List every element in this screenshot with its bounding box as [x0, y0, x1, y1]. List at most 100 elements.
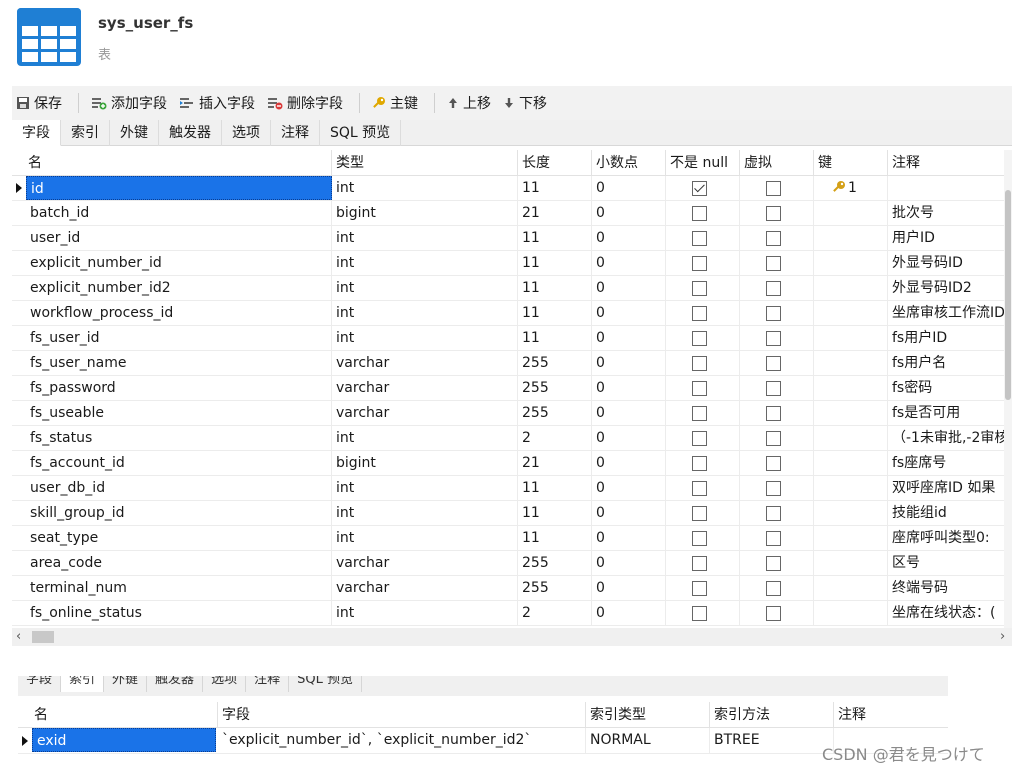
field-key-cell[interactable]: [814, 476, 888, 501]
column-header-length[interactable]: 长度: [518, 150, 592, 176]
field-type-cell[interactable]: varchar: [332, 376, 518, 401]
field-key-cell[interactable]: [814, 251, 888, 276]
field-name-cell[interactable]: fs_useable: [26, 401, 332, 426]
field-name-cell[interactable]: fs_password: [26, 376, 332, 401]
field-length-cell[interactable]: 255: [518, 576, 592, 601]
field-type-cell[interactable]: bigint: [332, 201, 518, 226]
table-row[interactable]: workflow_process_id int 11 0 坐席审核工作流ID: [12, 301, 1012, 326]
tab-comment[interactable]: 注释: [271, 120, 320, 146]
field-comment-cell[interactable]: 双呼座席ID 如果: [888, 476, 1012, 501]
column-header-index-comment[interactable]: 注释: [834, 702, 948, 728]
primary-key-button[interactable]: 主键: [368, 90, 422, 116]
field-decimal-cell[interactable]: 0: [592, 426, 666, 451]
column-header-index-type[interactable]: 索引类型: [586, 702, 710, 728]
field-comment-cell[interactable]: 坐席审核工作流ID: [888, 301, 1012, 326]
field-type-cell[interactable]: int: [332, 526, 518, 551]
index-method-cell[interactable]: BTREE: [710, 728, 834, 753]
virtual-checkbox[interactable]: [766, 506, 781, 521]
virtual-checkbox[interactable]: [766, 331, 781, 346]
tab-triggers[interactable]: 触发器: [159, 120, 222, 146]
field-key-cell[interactable]: [814, 351, 888, 376]
not-null-checkbox[interactable]: [692, 381, 707, 396]
field-decimal-cell[interactable]: 0: [592, 576, 666, 601]
field-key-cell[interactable]: [814, 501, 888, 526]
tab-comment[interactable]: 注释: [246, 676, 290, 692]
move-up-button[interactable]: 上移: [443, 90, 495, 116]
tab-sql-preview[interactable]: SQL 预览: [289, 676, 362, 692]
field-comment-cell[interactable]: fs是否可用: [888, 401, 1012, 426]
not-null-checkbox[interactable]: [692, 356, 707, 371]
field-decimal-cell[interactable]: 0: [592, 376, 666, 401]
field-comment-cell[interactable]: 座席呼叫类型0:: [888, 526, 1012, 551]
field-key-cell[interactable]: [814, 326, 888, 351]
field-type-cell[interactable]: int: [332, 476, 518, 501]
index-type-cell[interactable]: NORMAL: [586, 728, 710, 753]
table-row[interactable]: fs_user_id int 11 0 fs用户ID: [12, 326, 1012, 351]
field-name-cell[interactable]: seat_type: [26, 526, 332, 551]
field-type-cell[interactable]: int: [332, 251, 518, 276]
not-null-checkbox[interactable]: [692, 606, 707, 621]
field-decimal-cell[interactable]: 0: [592, 401, 666, 426]
field-type-cell[interactable]: varchar: [332, 576, 518, 601]
table-row[interactable]: fs_password varchar 255 0 fs密码: [12, 376, 1012, 401]
not-null-checkbox[interactable]: [692, 581, 707, 596]
table-row[interactable]: exid `explicit_number_id`, `explicit_num…: [18, 728, 948, 754]
field-key-cell[interactable]: [814, 226, 888, 251]
field-type-cell[interactable]: int: [332, 226, 518, 251]
column-header-index-method[interactable]: 索引方法: [710, 702, 834, 728]
column-header-not-null[interactable]: 不是 null: [666, 150, 740, 176]
field-comment-cell[interactable]: 外显号码ID: [888, 251, 1012, 276]
field-comment-cell[interactable]: fs座席号: [888, 451, 1012, 476]
tab-triggers[interactable]: 触发器: [147, 676, 204, 692]
field-name-cell[interactable]: area_code: [26, 551, 332, 576]
field-decimal-cell[interactable]: 0: [592, 226, 666, 251]
field-length-cell[interactable]: 21: [518, 201, 592, 226]
table-row[interactable]: user_id int 11 0 用户ID: [12, 226, 1012, 251]
delete-field-button[interactable]: 删除字段: [263, 90, 347, 116]
table-row[interactable]: fs_useable varchar 255 0 fs是否可用: [12, 401, 1012, 426]
virtual-checkbox[interactable]: [766, 256, 781, 271]
table-row[interactable]: id int 11 0 1: [12, 176, 1012, 201]
not-null-checkbox[interactable]: [692, 556, 707, 571]
vertical-scroll-thumb[interactable]: [1005, 190, 1011, 400]
tab-sql-preview[interactable]: SQL 预览: [320, 120, 402, 146]
field-name-cell[interactable]: workflow_process_id: [26, 301, 332, 326]
field-comment-cell[interactable]: 用户ID: [888, 226, 1012, 251]
field-decimal-cell[interactable]: 0: [592, 326, 666, 351]
virtual-checkbox[interactable]: [766, 381, 781, 396]
field-name-cell[interactable]: id: [26, 176, 332, 200]
not-null-checkbox[interactable]: [692, 331, 707, 346]
field-type-cell[interactable]: int: [332, 326, 518, 351]
field-key-cell[interactable]: [814, 276, 888, 301]
column-header-type[interactable]: 类型: [332, 150, 518, 176]
table-row[interactable]: terminal_num varchar 255 0 终端号码: [12, 576, 1012, 601]
field-length-cell[interactable]: 255: [518, 551, 592, 576]
index-name-cell[interactable]: exid: [32, 728, 216, 752]
not-null-checkbox[interactable]: [692, 256, 707, 271]
virtual-checkbox[interactable]: [766, 406, 781, 421]
not-null-checkbox[interactable]: [692, 531, 707, 546]
field-type-cell[interactable]: int: [332, 426, 518, 451]
field-decimal-cell[interactable]: 0: [592, 476, 666, 501]
not-null-checkbox[interactable]: [692, 481, 707, 496]
table-row[interactable]: skill_group_id int 11 0 技能组id: [12, 501, 1012, 526]
field-key-cell[interactable]: [814, 376, 888, 401]
field-key-cell[interactable]: [814, 426, 888, 451]
not-null-checkbox[interactable]: [692, 431, 707, 446]
field-key-cell[interactable]: [814, 201, 888, 226]
not-null-checkbox[interactable]: [692, 306, 707, 321]
field-name-cell[interactable]: batch_id: [26, 201, 332, 226]
field-comment-cell[interactable]: fs密码: [888, 376, 1012, 401]
column-header-index-name[interactable]: 名: [30, 702, 218, 728]
field-comment-cell[interactable]: 坐席在线状态：(: [888, 601, 1012, 626]
field-length-cell[interactable]: 255: [518, 401, 592, 426]
horizontal-scrollbar[interactable]: ‹ ›: [12, 628, 1012, 646]
field-key-cell[interactable]: [814, 576, 888, 601]
field-comment-cell[interactable]: （-1未审批,-2审核: [888, 426, 1012, 451]
table-row[interactable]: explicit_number_id2 int 11 0 外显号码ID2: [12, 276, 1012, 301]
field-key-cell[interactable]: [814, 526, 888, 551]
field-type-cell[interactable]: bigint: [332, 451, 518, 476]
scroll-right-icon[interactable]: ›: [1000, 629, 1005, 644]
virtual-checkbox[interactable]: [766, 531, 781, 546]
table-row[interactable]: fs_online_status int 2 0 坐席在线状态：(: [12, 601, 1012, 626]
